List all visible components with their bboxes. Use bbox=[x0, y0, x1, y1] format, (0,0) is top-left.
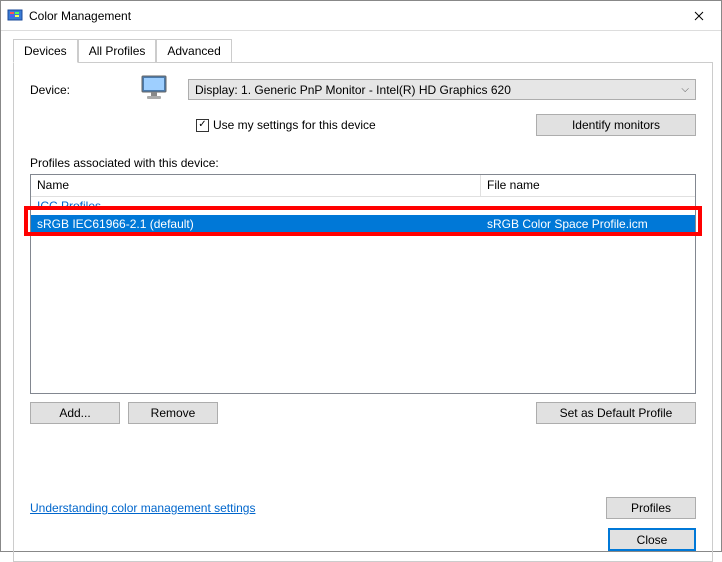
app-icon bbox=[7, 8, 23, 24]
set-default-button[interactable]: Set as Default Profile bbox=[536, 402, 696, 424]
profiles-listview[interactable]: Name File name ICC Profiles sRGB IEC6196… bbox=[30, 174, 696, 394]
bottom-row: Understanding color management settings … bbox=[30, 497, 696, 519]
device-label: Device: bbox=[30, 83, 140, 97]
add-button[interactable]: Add... bbox=[30, 402, 120, 424]
tab-advanced[interactable]: Advanced bbox=[156, 39, 231, 63]
tab-strip: Devices All Profiles Advanced bbox=[1, 31, 721, 63]
window-close-button[interactable] bbox=[676, 1, 721, 31]
use-settings-label: Use my settings for this device bbox=[213, 118, 376, 132]
profile-name-cell: sRGB IEC61966-2.1 (default) bbox=[31, 217, 481, 231]
identify-monitors-button[interactable]: Identify monitors bbox=[536, 114, 696, 136]
tab-all-profiles[interactable]: All Profiles bbox=[78, 39, 157, 63]
settings-row: ✓ Use my settings for this device Identi… bbox=[30, 114, 696, 136]
window-title: Color Management bbox=[29, 9, 676, 23]
column-header-name[interactable]: Name bbox=[31, 175, 481, 196]
color-management-window: Color Management Devices All Profiles Ad… bbox=[0, 0, 722, 552]
profile-filename-cell: sRGB Color Space Profile.icm bbox=[481, 217, 695, 231]
tab-devices[interactable]: Devices bbox=[13, 39, 78, 63]
device-dropdown-value: Display: 1. Generic PnP Monitor - Intel(… bbox=[195, 83, 511, 97]
checkbox-icon: ✓ bbox=[196, 119, 209, 132]
profiles-section-label: Profiles associated with this device: bbox=[30, 156, 696, 170]
close-button[interactable]: Close bbox=[608, 528, 696, 551]
column-header-filename[interactable]: File name bbox=[481, 175, 695, 196]
titlebar: Color Management bbox=[1, 1, 721, 31]
close-row: Close bbox=[608, 528, 696, 551]
chevron-down-icon: ⌵ bbox=[681, 84, 689, 95]
listview-group: ICC Profiles bbox=[31, 197, 695, 215]
profile-actions-row: Add... Remove Set as Default Profile bbox=[30, 402, 696, 424]
devices-panel: Device: Display: 1. Generic PnP Monitor … bbox=[13, 62, 713, 562]
device-dropdown[interactable]: Display: 1. Generic PnP Monitor - Intel(… bbox=[188, 79, 696, 100]
profiles-button[interactable]: Profiles bbox=[606, 497, 696, 519]
listview-header: Name File name bbox=[31, 175, 695, 197]
device-row: Device: Display: 1. Generic PnP Monitor … bbox=[30, 75, 696, 104]
help-link[interactable]: Understanding color management settings bbox=[30, 501, 255, 515]
use-settings-checkbox[interactable]: ✓ Use my settings for this device bbox=[196, 118, 376, 132]
remove-button[interactable]: Remove bbox=[128, 402, 218, 424]
profile-row[interactable]: sRGB IEC61966-2.1 (default) sRGB Color S… bbox=[31, 215, 695, 233]
monitor-icon bbox=[140, 75, 168, 104]
